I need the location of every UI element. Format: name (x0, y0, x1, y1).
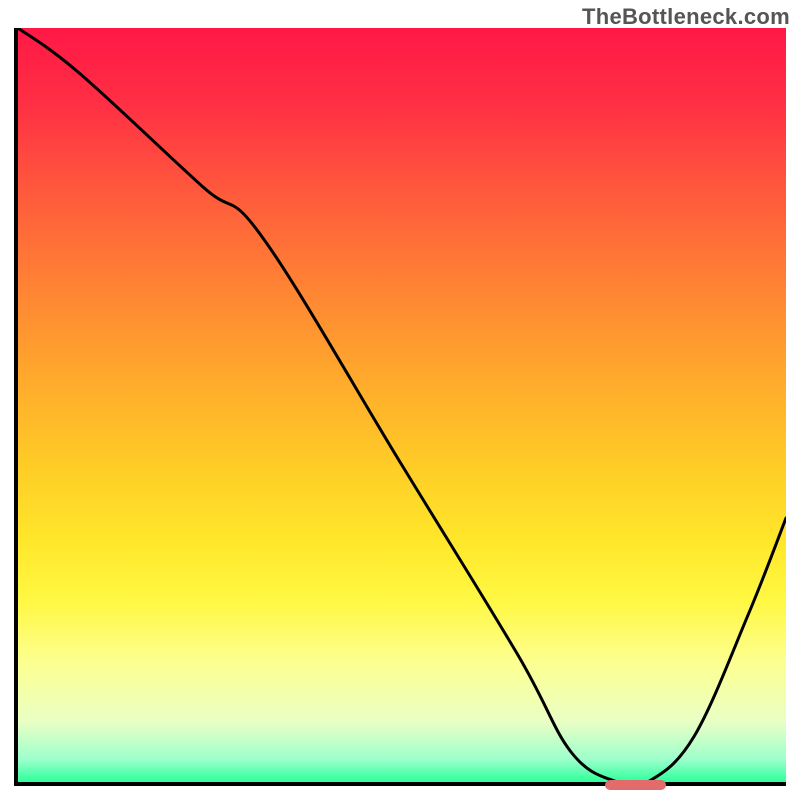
watermark-text: TheBottleneck.com (582, 4, 790, 30)
chart-plot-area (14, 28, 786, 786)
bottleneck-curve (18, 28, 786, 782)
optimal-range-marker (605, 780, 667, 790)
